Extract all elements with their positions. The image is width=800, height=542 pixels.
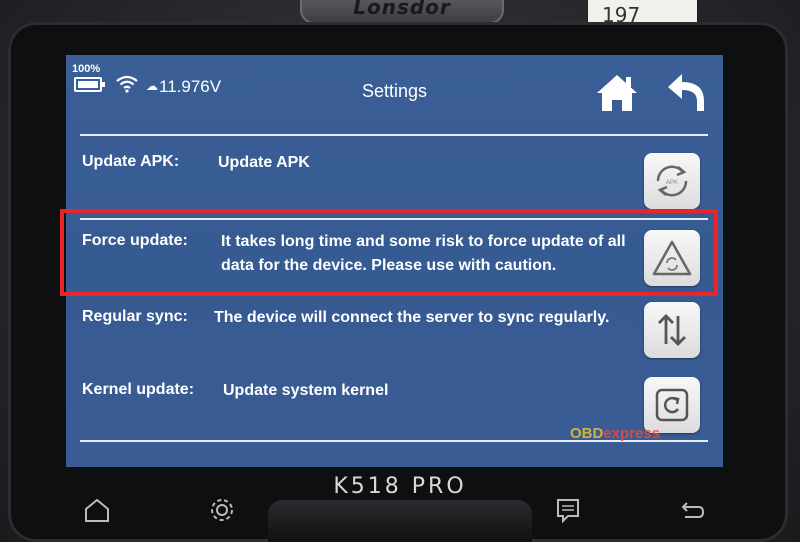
nav-settings-icon[interactable] — [207, 495, 237, 525]
row-description: Update system kernel — [223, 382, 389, 399]
update-apk-button[interactable]: APK — [644, 153, 700, 209]
nav-home-icon[interactable] — [82, 495, 112, 525]
sync-arrows-icon — [658, 314, 686, 346]
force-update-highlight — [60, 209, 718, 296]
row-label: Regular sync: — [82, 308, 188, 325]
row-label: Update APK: — [82, 153, 180, 170]
update-apk-icon: APK — [656, 165, 688, 197]
nav-back-icon[interactable] — [677, 495, 707, 525]
device-cradle — [268, 500, 532, 542]
regular-sync-button[interactable] — [644, 302, 700, 358]
divider — [80, 134, 708, 136]
svg-text:APK: APK — [666, 180, 678, 186]
row-description: Update APK — [218, 154, 310, 171]
row-description: The device will connect the server to sy… — [214, 309, 610, 326]
watermark-suffix: express — [603, 425, 661, 442]
row-label: Kernel update: — [82, 381, 195, 398]
brand-logo: Lonsdor — [300, 0, 504, 24]
home-icon[interactable] — [593, 69, 641, 115]
battery-percent: 100% — [72, 63, 101, 75]
watermark: OBDexpress — [570, 425, 661, 442]
status-bar: 100% ☁11.976V Settings — [66, 55, 723, 125]
device-body: Lonsdor 197 100% ☁11.976V Settings Updat… — [0, 0, 800, 542]
row-regular-sync: Regular sync: The device will connect th… — [66, 301, 723, 365]
row-update-apk: Update APK: Update APK APK — [66, 145, 723, 209]
nav-message-icon[interactable] — [553, 495, 583, 525]
back-icon[interactable] — [664, 69, 708, 115]
